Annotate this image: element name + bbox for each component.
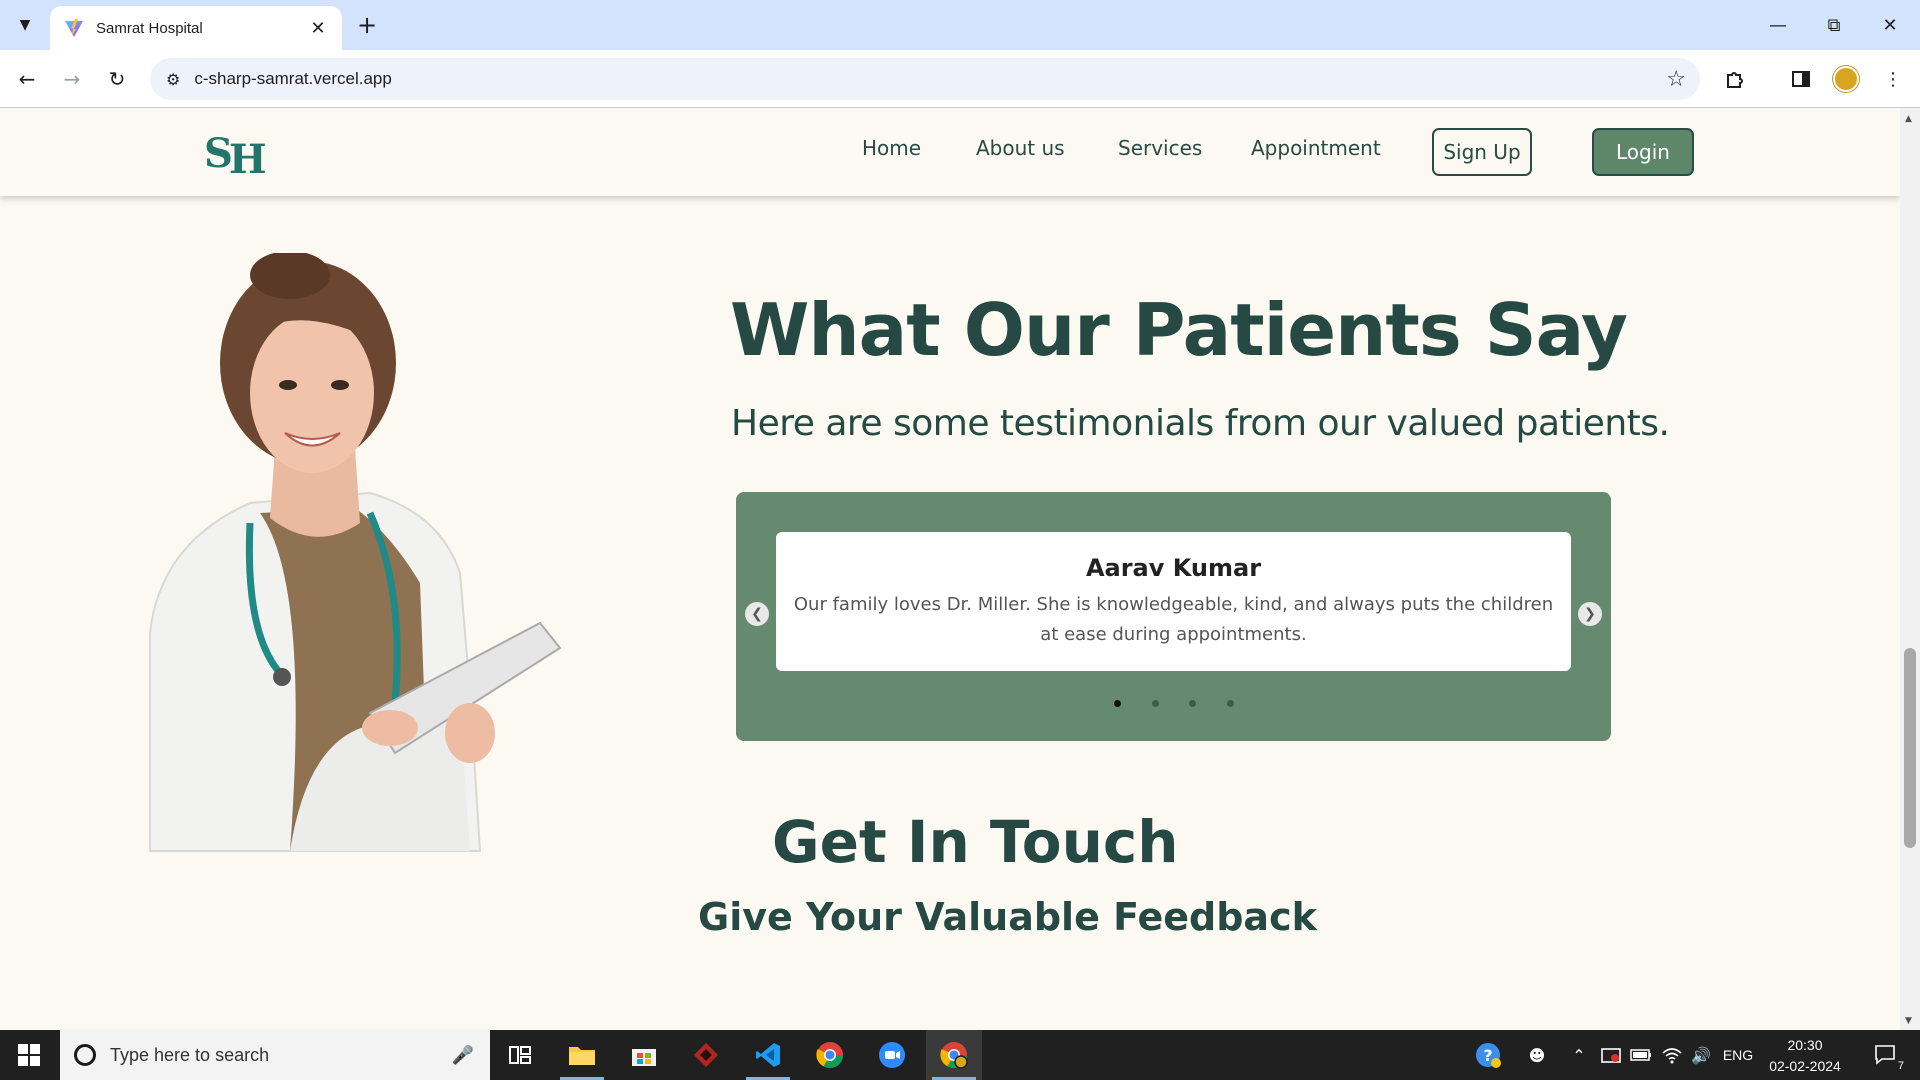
scroll-thumb[interactable]: [1904, 648, 1916, 848]
carousel-dot[interactable]: [1152, 700, 1159, 707]
nav-about-link[interactable]: About us: [976, 136, 1065, 160]
minimize-icon[interactable]: —: [1750, 8, 1806, 42]
wifi-icon[interactable]: [1658, 1030, 1686, 1080]
battery-icon[interactable]: [1627, 1030, 1655, 1080]
page-viewport: SH Home About us Services Appointment Si…: [0, 108, 1900, 1030]
window-close-icon[interactable]: ✕: [1862, 8, 1918, 42]
side-panel-icon[interactable]: [1784, 62, 1818, 96]
testimonials-subheading: Here are some testimonials from our valu…: [731, 403, 1670, 444]
security-tray-icon[interactable]: [1597, 1030, 1625, 1080]
vscode-icon[interactable]: [740, 1030, 796, 1080]
carousel-dot[interactable]: [1189, 700, 1196, 707]
restore-icon[interactable]: ⧉: [1806, 8, 1862, 42]
new-tab-plus-icon[interactable]: +: [352, 10, 382, 40]
site-header: SH Home About us Services Appointment Si…: [0, 108, 1900, 196]
nav-appointment-link[interactable]: Appointment: [1251, 136, 1381, 160]
feedback-heading: Give Your Valuable Feedback: [698, 895, 1317, 939]
testimonials-heading: What Our Patients Say: [730, 288, 1628, 372]
game-app-icon[interactable]: [678, 1030, 734, 1080]
clock-time: 20:30: [1787, 1037, 1823, 1053]
taskbar-search-placeholder: Type here to search: [110, 1044, 270, 1065]
start-windows-icon[interactable]: [0, 1030, 58, 1080]
tab-search-chevron-icon[interactable]: ▼: [10, 12, 40, 38]
testimonial-text: Our family loves Dr. Miller. She is know…: [793, 594, 1554, 645]
carousel-dot[interactable]: [1227, 700, 1234, 707]
tab-close-icon[interactable]: ✕: [308, 18, 328, 39]
browser-toolbar: ← → ↻ ⚙ c-sharp-samrat.vercel.app ☆ ⋮: [0, 50, 1920, 108]
carousel-next-icon[interactable]: ❯: [1578, 602, 1602, 626]
nav-home-link[interactable]: Home: [862, 136, 921, 160]
scroll-up-icon[interactable]: ▲: [1905, 114, 1912, 124]
reload-icon[interactable]: ↻: [100, 62, 134, 96]
extensions-puzzle-icon[interactable]: [1718, 62, 1752, 96]
testimonial-card: Aarav Kumar Our family loves Dr. Miller.…: [776, 532, 1571, 671]
people-icon[interactable]: ☻: [1522, 1030, 1552, 1080]
microsoft-store-icon[interactable]: [616, 1030, 672, 1080]
volume-icon[interactable]: 🔊: [1688, 1030, 1714, 1080]
language-label: ENG: [1722, 1047, 1754, 1063]
taskbar-search-box[interactable]: Type here to search 🎤: [60, 1030, 490, 1080]
carousel-prev-icon[interactable]: ❮: [745, 602, 769, 626]
testimonial-author: Aarav Kumar: [1085, 554, 1262, 582]
vite-favicon-icon: [65, 19, 83, 37]
cortana-circle-icon: [74, 1044, 96, 1066]
back-arrow-icon[interactable]: ←: [10, 62, 44, 96]
signup-button[interactable]: Sign Up: [1432, 128, 1532, 176]
notification-count: 7: [1897, 1060, 1904, 1072]
site-logo[interactable]: SH: [204, 130, 267, 183]
testimonial-carousel: Aarav Kumar Our family loves Dr. Miller.…: [736, 492, 1611, 741]
chrome-profile-icon[interactable]: [926, 1030, 982, 1080]
carousel-dot[interactable]: [1114, 700, 1121, 707]
scroll-down-icon[interactable]: ▼: [1905, 1016, 1912, 1026]
doctor-image: [149, 253, 562, 852]
get-in-touch-heading: Get In Touch: [772, 808, 1179, 876]
clock-date: 02-02-2024: [1769, 1058, 1841, 1074]
taskbar-clock[interactable]: 20:30 02-02-2024: [1760, 1035, 1850, 1077]
url-text[interactable]: c-sharp-samrat.vercel.app: [194, 69, 1666, 89]
show-hidden-icons-chevron-icon[interactable]: ⌃: [1567, 1030, 1591, 1080]
chrome-icon[interactable]: [802, 1030, 858, 1080]
task-view-icon[interactable]: [492, 1030, 548, 1080]
bookmark-star-icon[interactable]: ☆: [1666, 67, 1686, 92]
windows-taskbar: Type here to search 🎤 ? ☻ ⌃ 🔊 ENG 20:30 …: [0, 1030, 1920, 1080]
browser-tab[interactable]: Samrat Hospital ✕: [50, 6, 342, 50]
address-bar[interactable]: ⚙ c-sharp-samrat.vercel.app ☆: [150, 58, 1700, 100]
page-scrollbar[interactable]: ▲ ▼: [1900, 108, 1920, 1030]
browser-tab-bar: ▼ Samrat Hospital ✕ + — ⧉ ✕: [0, 0, 1920, 50]
nav-services-link[interactable]: Services: [1118, 136, 1202, 160]
menu-kebab-icon[interactable]: ⋮: [1876, 62, 1910, 96]
forward-arrow-icon[interactable]: →: [55, 62, 89, 96]
file-explorer-icon[interactable]: [554, 1030, 610, 1080]
microphone-icon[interactable]: 🎤: [452, 1045, 474, 1066]
tab-title: Samrat Hospital: [96, 19, 203, 37]
login-button[interactable]: Login: [1592, 128, 1694, 176]
help-icon[interactable]: ?: [1470, 1030, 1506, 1080]
notification-center-icon[interactable]: 7: [1866, 1030, 1906, 1080]
profile-avatar[interactable]: [1833, 66, 1859, 92]
site-info-icon[interactable]: ⚙: [166, 70, 180, 89]
zoom-icon[interactable]: [864, 1030, 920, 1080]
language-indicator[interactable]: ENG: [1718, 1030, 1758, 1080]
